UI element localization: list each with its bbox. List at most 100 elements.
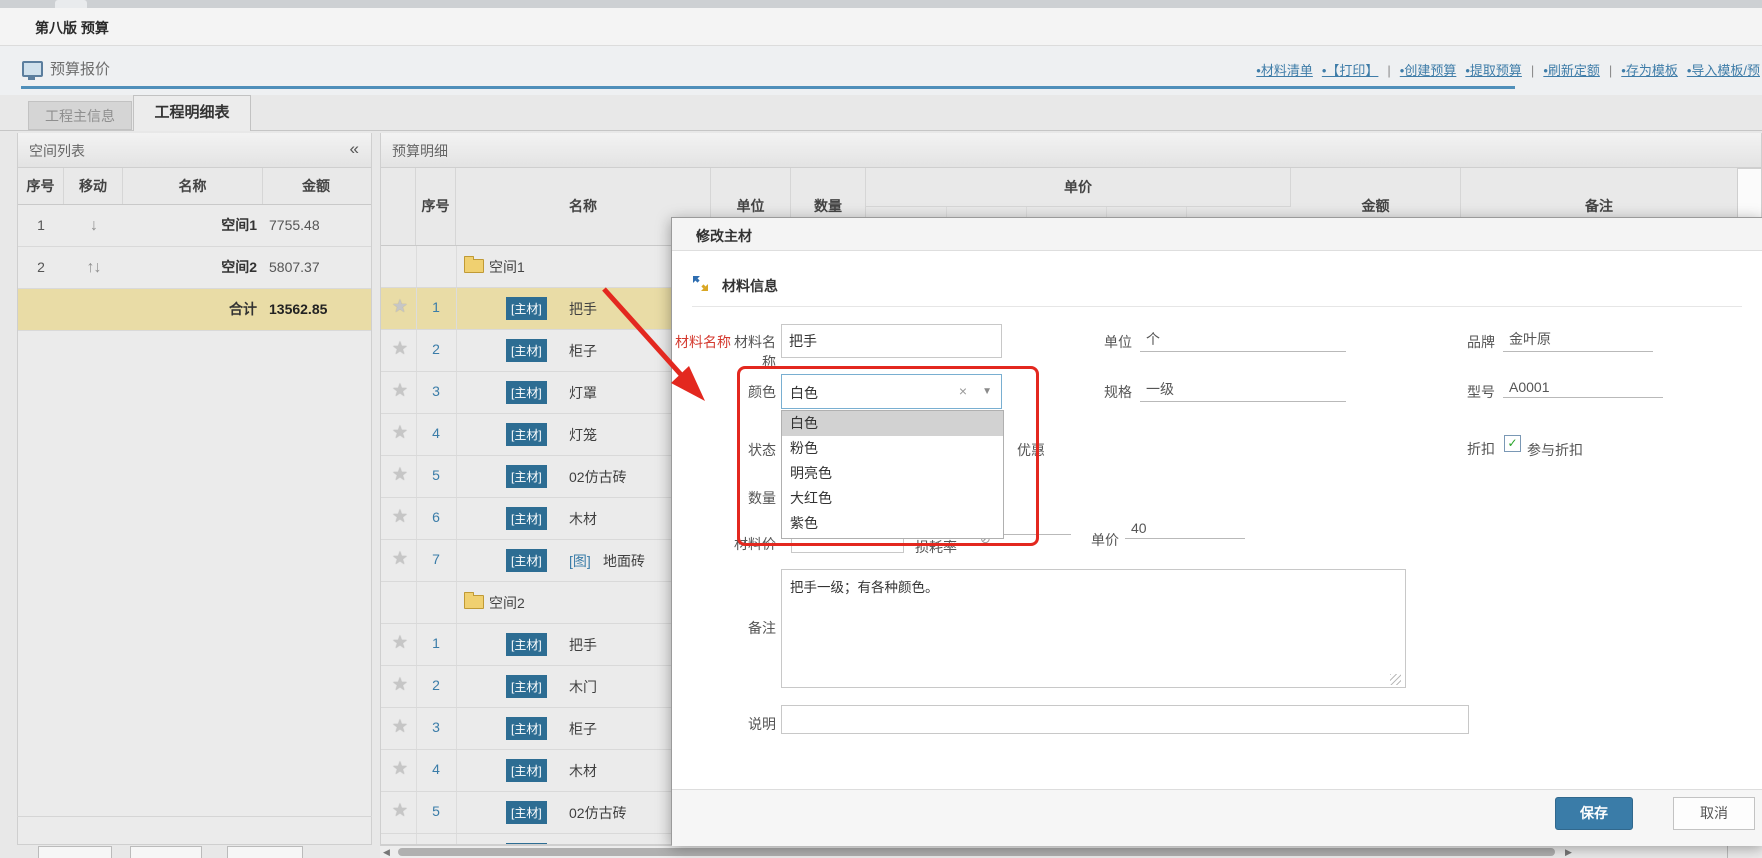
color-option[interactable]: 白色 <box>782 411 1003 436</box>
star-icon[interactable]: ★ <box>386 380 414 401</box>
main-material-badge: [主材] <box>506 465 547 488</box>
promo-label: 优惠 <box>1017 440 1077 460</box>
space-amount: 5807.37 <box>263 247 369 288</box>
color-option[interactable]: 紫色 <box>782 511 1003 536</box>
chevron-down-icon[interactable]: ▼ <box>982 386 992 397</box>
total-amount: 13562.85 <box>263 289 369 330</box>
space-name: 空间1 <box>123 205 263 246</box>
discount-check-label: 参与折扣 <box>1527 440 1617 460</box>
scroll-left-icon[interactable]: ◀ <box>383 847 390 858</box>
tab-project-detail[interactable]: 工程明细表 <box>133 95 251 131</box>
material-name-label: 材料名称材料名称 <box>672 332 776 372</box>
scrollbar-thumb[interactable] <box>398 848 1555 856</box>
toolbar-link[interactable]: •材料清单 <box>1256 63 1313 78</box>
toolbar-link[interactable]: •【打印】 <box>1322 63 1379 78</box>
discount-checkbox[interactable]: ✓ <box>1504 435 1521 452</box>
color-dropdown-list: 白色粉色明亮色大红色紫色 <box>781 410 1004 539</box>
row-seq: 1 <box>18 205 64 246</box>
space-amount: 7755.48 <box>263 205 369 246</box>
star-icon[interactable]: ★ <box>386 674 414 695</box>
grid-line <box>456 834 457 845</box>
item-name: 02仿古砖 <box>569 803 627 823</box>
item-name: 木材 <box>569 509 597 529</box>
material-name-input[interactable]: 把手 <box>781 324 1002 358</box>
star-icon[interactable]: ★ <box>386 800 414 821</box>
main-material-badge: [主材] <box>506 297 547 320</box>
spec-label: 规格 <box>1072 382 1132 402</box>
remark-textarea[interactable]: 把手一级；有各种颜色。 <box>781 569 1406 688</box>
item-name: 柜子 <box>569 719 597 739</box>
row-seq: 2 <box>416 341 456 357</box>
row-seq: 3 <box>416 383 456 399</box>
model-field[interactable]: A0001 <box>1503 377 1663 398</box>
grid-line <box>456 498 457 539</box>
close-icon[interactable]: × <box>696 226 1754 242</box>
model-label: 型号 <box>1435 382 1495 402</box>
horizontal-scrollbar[interactable]: ◀ ▶ <box>380 845 1762 858</box>
star-icon[interactable]: ★ <box>386 296 414 317</box>
chrome-strip <box>0 0 1762 8</box>
clear-icon[interactable]: × <box>959 383 967 399</box>
row-seq: 4 <box>416 761 456 777</box>
toolbar-link[interactable]: •存为模板 <box>1621 63 1678 78</box>
star-icon[interactable]: ★ <box>386 422 414 443</box>
grid-line <box>456 792 457 833</box>
discount-label: 折扣 <box>1435 439 1495 459</box>
star-icon[interactable]: ★ <box>386 716 414 737</box>
unit-price-field[interactable]: 40 <box>1125 518 1245 539</box>
toolbar-link[interactable]: •创建预算 <box>1400 63 1457 78</box>
toolbar-link[interactable]: •导入模板/预 <box>1687 63 1760 78</box>
grid-line <box>456 666 457 707</box>
folder-icon <box>464 259 484 273</box>
color-option[interactable]: 大红色 <box>782 486 1003 511</box>
save-button[interactable]: 保存 <box>1555 797 1633 830</box>
toolbar-link[interactable]: •刷新定额 <box>1543 63 1600 78</box>
unit-price-label: 单价 <box>1087 530 1119 550</box>
resize-handle[interactable] <box>1390 674 1401 685</box>
grid-line <box>456 456 457 497</box>
note-input[interactable] <box>781 705 1469 734</box>
grid-line <box>456 540 457 581</box>
grid-line <box>456 372 457 413</box>
star-icon[interactable]: ★ <box>386 506 414 527</box>
star-icon[interactable]: ★ <box>386 758 414 779</box>
left-bottom-button-3[interactable] <box>227 846 303 858</box>
move-up-down-icon[interactable]: ↑↓ <box>64 247 123 288</box>
row-seq: 1 <box>416 635 456 651</box>
item-name: 灯笼 <box>569 425 597 445</box>
star-icon[interactable]: ★ <box>386 548 414 569</box>
spec-field[interactable]: 一级 <box>1140 377 1346 402</box>
collapse-icon[interactable]: « <box>350 139 359 159</box>
scroll-right-icon[interactable]: ▶ <box>1565 847 1572 858</box>
row-seq: 3 <box>416 719 456 735</box>
folder-label: 空间2 <box>489 593 525 613</box>
star-icon[interactable]: ★ <box>386 338 414 359</box>
left-bottom-button-1[interactable] <box>38 846 112 858</box>
row-seq: 6 <box>416 509 456 525</box>
grid-line <box>456 288 457 329</box>
item-name: 把手 <box>569 299 597 319</box>
star-icon[interactable]: ★ <box>386 464 414 485</box>
toolbar-link[interactable]: •提取预算 <box>1465 63 1522 78</box>
left-bottom-button-2[interactable] <box>130 846 202 858</box>
space-row[interactable]: 2↑↓空间25807.37 <box>18 247 371 289</box>
unit-field[interactable]: 个 <box>1140 327 1346 352</box>
grid-line <box>456 414 457 455</box>
tab-project-main-info[interactable]: 工程主信息 <box>28 101 132 130</box>
brand-field[interactable]: 金叶原 <box>1503 327 1653 352</box>
monitor-icon <box>22 61 43 77</box>
grid-line <box>456 750 457 791</box>
item-name: 地面砖 <box>603 551 645 571</box>
image-tag-link[interactable]: [图] <box>569 551 591 571</box>
move-down-icon[interactable]: ↓ <box>64 205 123 246</box>
space-row[interactable]: 1↓空间17755.48 <box>18 205 371 247</box>
col-unit-price-group: 单价 <box>866 168 1291 207</box>
star-icon[interactable]: ★ <box>386 632 414 653</box>
space-rows: 1↓空间17755.482↑↓空间25807.37 <box>18 205 371 289</box>
grid-line <box>456 624 457 665</box>
color-option[interactable]: 粉色 <box>782 436 1003 461</box>
color-option[interactable]: 明亮色 <box>782 461 1003 486</box>
cancel-button[interactable]: 取消 <box>1673 797 1755 830</box>
color-combobox[interactable]: 白色 × ▼ <box>781 374 1002 409</box>
row-seq: 5 <box>416 467 456 483</box>
